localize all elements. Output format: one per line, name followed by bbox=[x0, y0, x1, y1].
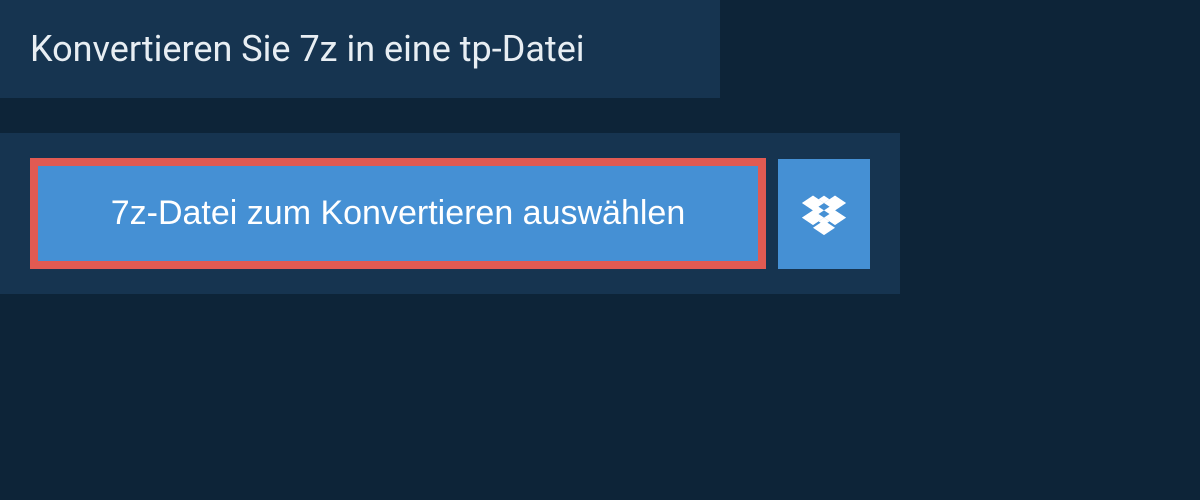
upload-section: 7z-Datei zum Konvertieren auswählen bbox=[0, 133, 900, 294]
dropbox-button[interactable] bbox=[778, 159, 870, 269]
header-bar: Konvertieren Sie 7z in eine tp-Datei bbox=[0, 0, 720, 98]
dropbox-icon bbox=[802, 192, 846, 236]
page-title: Konvertieren Sie 7z in eine tp-Datei bbox=[30, 28, 690, 70]
select-file-button[interactable]: 7z-Datei zum Konvertieren auswählen bbox=[38, 166, 758, 261]
highlight-frame: 7z-Datei zum Konvertieren auswählen bbox=[30, 158, 766, 269]
